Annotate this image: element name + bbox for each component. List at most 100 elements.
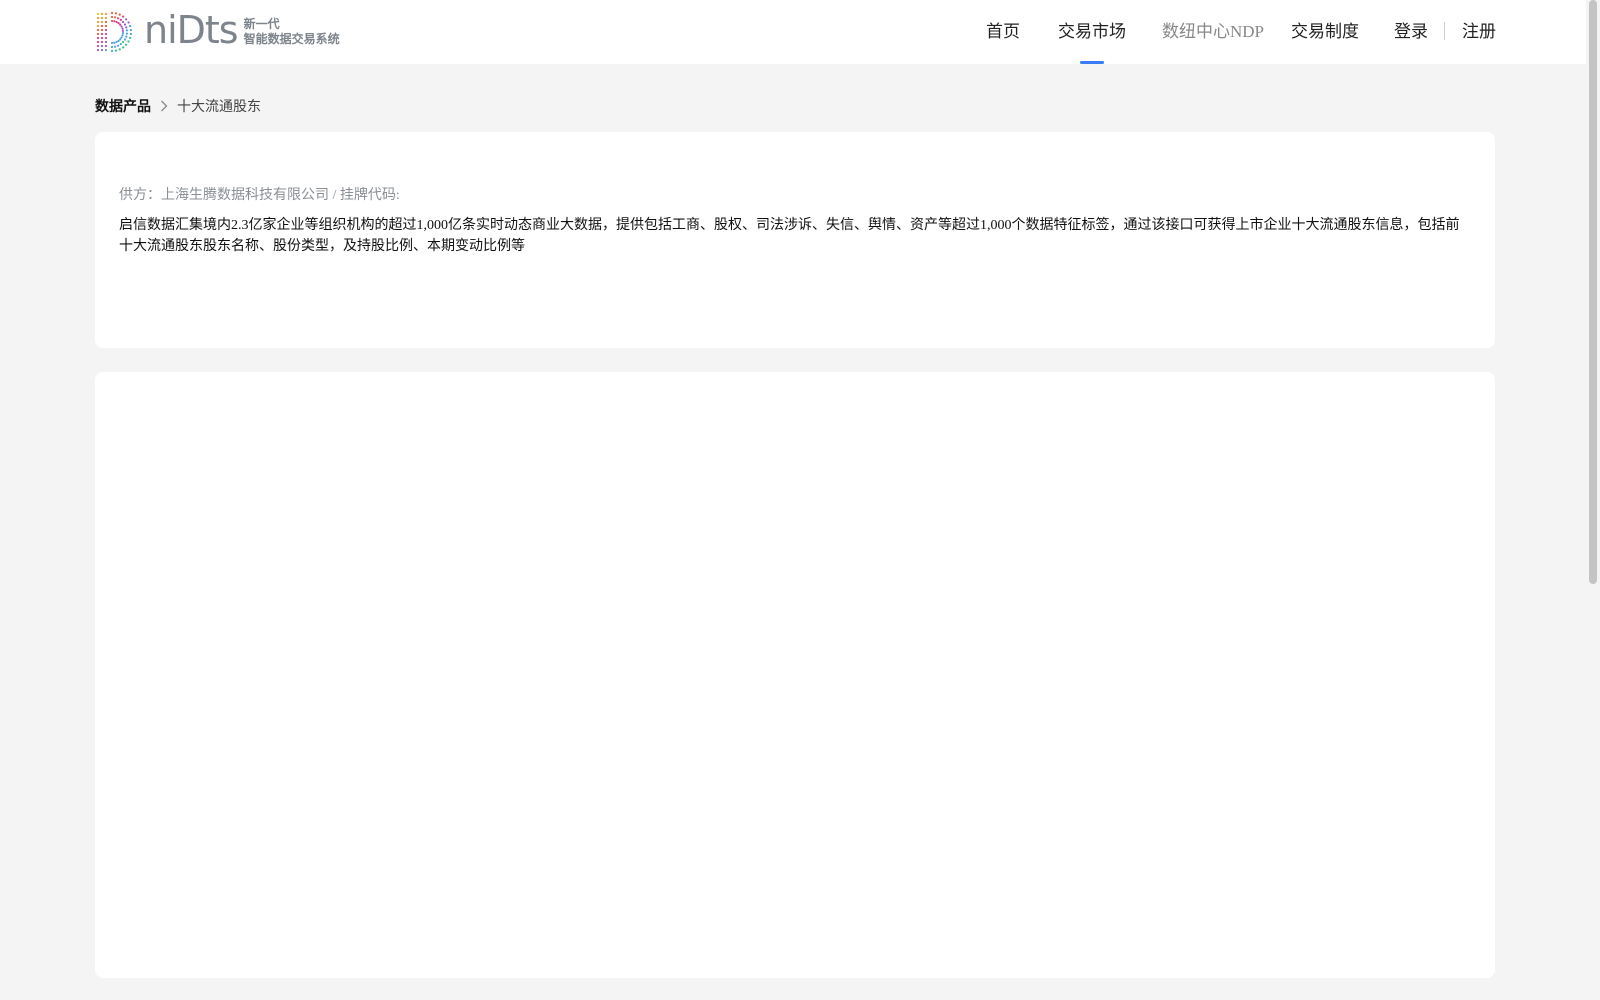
logo-dot	[120, 25, 123, 28]
logo-dot	[110, 11, 114, 15]
logo-dot	[125, 35, 128, 38]
brand-slogan-line1: 新一代	[243, 17, 280, 31]
logo-dot	[96, 16, 100, 20]
logo-dot	[100, 32, 104, 36]
product-description: 启信数据汇集境内2.3亿家企业等组织机构的超过1,000亿条实时动态商业大数据，…	[119, 218, 1460, 254]
logo-dot	[119, 43, 122, 46]
logo-dot	[129, 28, 132, 32]
breadcrumb: 数据产品 十大流通股东	[95, 94, 261, 118]
logo-dot	[120, 36, 123, 39]
nav-rules[interactable]: 交易制度	[1291, 0, 1359, 64]
logo-dot	[127, 40, 130, 43]
logo-dot	[96, 44, 100, 48]
logo-dot	[117, 22, 120, 25]
logo-dot	[125, 29, 128, 32]
register-link[interactable]: 注册	[1462, 0, 1496, 64]
brand-slogan-line2: 智能数据交易系统	[243, 32, 340, 46]
logo-dot	[100, 16, 104, 20]
logo-dot	[96, 40, 100, 44]
logo-dot	[104, 12, 108, 16]
logo-dot	[118, 48, 121, 51]
logo-dot	[114, 49, 118, 52]
auth-divider	[1444, 22, 1445, 40]
logo-dot	[122, 15, 125, 18]
breadcrumb-root[interactable]: 数据产品	[95, 96, 151, 116]
logo-dot	[104, 16, 108, 20]
logo-dot	[121, 32, 124, 35]
logo-dot	[114, 45, 117, 48]
product-supplier: 供方：上海生腾数据科技有限公司 / 挂牌代码:	[119, 188, 400, 203]
logo-dot	[115, 40, 118, 44]
brand-logo[interactable]: niDts 新一代 智能数据交易系统	[94, 10, 340, 54]
logo-dot	[113, 41, 116, 44]
logo-dot	[104, 28, 108, 32]
brand-slogan: 新一代 智能数据交易系统	[244, 17, 340, 47]
logo-dot	[129, 25, 132, 28]
logo-dot	[96, 32, 100, 36]
logo-dot	[96, 24, 100, 28]
page-scrollbar[interactable]	[1586, 0, 1600, 1000]
brand-wordmark: niDts	[144, 8, 239, 52]
nav-market[interactable]: 交易市场	[1058, 0, 1126, 64]
logo-dot	[100, 24, 104, 28]
logo-dot	[100, 44, 104, 48]
logo-dot	[96, 12, 100, 16]
logo-dot	[96, 36, 100, 40]
logo-dot	[117, 44, 120, 47]
logo-dot	[125, 32, 128, 35]
logo-dot	[100, 20, 104, 24]
logo-dot	[104, 44, 108, 48]
logo-dot	[123, 23, 127, 26]
logo-dot	[110, 15, 114, 19]
logo-dot	[115, 20, 118, 24]
logo-dot	[114, 16, 117, 19]
logo-dot	[104, 40, 108, 44]
chevron-right-icon	[160, 100, 168, 112]
breadcrumb-current: 十大流通股东	[177, 100, 261, 115]
logo-dot	[129, 36, 132, 39]
logo-dot	[121, 29, 124, 32]
nav-market-label: 交易市场	[1058, 22, 1126, 41]
product-detail-panel	[95, 372, 1495, 978]
logo-dot	[122, 20, 125, 24]
logo-dot	[127, 21, 130, 24]
product-info-card: 供方：上海生腾数据科技有限公司 / 挂牌代码: 启信数据汇集境内2.3亿家企业等…	[95, 132, 1495, 348]
logo-dot	[110, 41, 114, 45]
logo-dot	[129, 32, 132, 36]
logo-dot	[121, 34, 124, 37]
logo-dot	[125, 18, 128, 21]
logo-dot	[113, 20, 116, 23]
nav-home[interactable]: 首页	[986, 0, 1020, 64]
logo-dot	[100, 40, 104, 44]
top-header: niDts 新一代 智能数据交易系统 首页 交易市场 数纽中心NDP 交易制度 …	[0, 0, 1600, 64]
logo-dot	[110, 49, 114, 53]
nav-ndp[interactable]: 数纽中心NDP	[1162, 0, 1264, 64]
nav-active-indicator	[1080, 61, 1104, 64]
logo-dot	[104, 48, 108, 52]
logo-dot	[118, 13, 121, 16]
logo-dot	[96, 48, 100, 52]
logo-dot	[123, 38, 127, 41]
logo-dot	[117, 39, 120, 42]
logo-dot	[117, 17, 120, 20]
scrollbar-thumb[interactable]	[1589, 0, 1597, 584]
logo-dot	[114, 12, 118, 15]
logo-dot	[100, 36, 104, 40]
logo-dot	[121, 27, 124, 30]
logo-dot	[119, 38, 122, 41]
logo-dot	[119, 23, 122, 26]
dotted-d-logo-icon	[94, 11, 140, 53]
logo-dot	[100, 48, 104, 52]
logo-dot	[104, 36, 108, 40]
logo-dot	[104, 24, 108, 28]
logo-dot	[96, 20, 100, 24]
logo-dot	[122, 46, 125, 49]
logo-dot	[119, 18, 122, 21]
login-link[interactable]: 登录	[1394, 0, 1428, 64]
logo-dot	[100, 28, 104, 32]
logo-dot	[104, 32, 108, 36]
logo-dot	[110, 19, 114, 23]
logo-dot	[125, 26, 128, 29]
logo-dot	[110, 45, 114, 49]
logo-dot	[122, 40, 125, 44]
